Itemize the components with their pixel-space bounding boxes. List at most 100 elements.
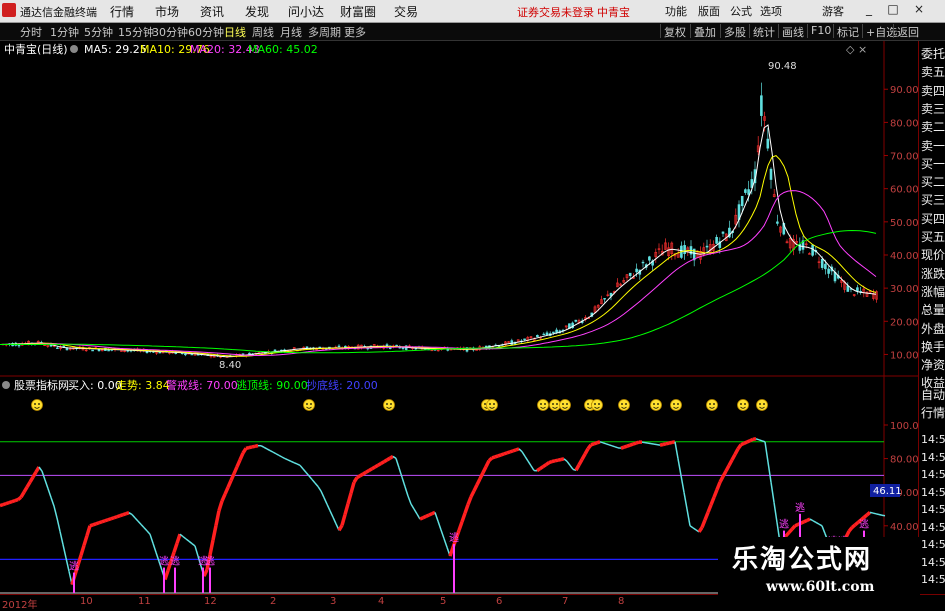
maximize-icon[interactable]: □ [884,2,902,18]
tab-1min[interactable]: 1分钟 [50,24,79,40]
candle-body [575,320,577,321]
menu-wenxiaoda[interactable]: 问小达 [288,3,324,20]
indicator-segment [852,525,855,528]
guest-label[interactable]: 游客 [822,3,844,19]
quote-panel-item[interactable]: 14:56 [921,468,945,481]
menu-banmian[interactable]: 版面 [698,3,720,19]
indicator-segment [633,443,636,444]
quote-panel-item[interactable]: 卖三 [921,100,945,117]
menu-xuanxiang[interactable]: 选项 [760,3,782,19]
tab-multi-period[interactable]: 多周期 [308,24,341,40]
indicator-segment [627,445,630,446]
login-warning[interactable]: 证券交易未登录 [517,4,594,20]
back-button[interactable]: 返回 [893,24,919,38]
draw-line-button[interactable]: 画线 [778,24,804,38]
candle-body [248,353,250,354]
tab-60min[interactable]: 60分钟 [188,24,224,40]
quote-panel-item[interactable]: 买五 [921,228,945,245]
smiley-eye [34,403,36,405]
indicator-segment [18,497,21,499]
quote-panel-item[interactable]: 外盘 [921,320,945,337]
menu-zixun[interactable]: 资讯 [200,3,224,20]
indicator-segment [15,500,18,501]
smiley-eye [744,403,746,405]
smiley-eye [306,403,308,405]
menu-hangqing[interactable]: 行情 [110,3,134,20]
quote-panel-item[interactable]: 14:56 [921,433,945,446]
quote-panel-item[interactable]: 换手 [921,338,945,355]
indicator-segment [699,527,702,531]
quote-panel-item[interactable]: 14:56 [921,573,945,586]
watermark-url: www.60lt.com [766,579,874,595]
quote-panel-item[interactable]: 卖一 [921,137,945,154]
menu-jiaoyi[interactable]: 交易 [394,3,418,20]
settings-dot-icon[interactable] [70,45,78,53]
smiley-eye [310,403,312,405]
candle-body [543,334,545,335]
smiley-icon [738,400,749,411]
quote-panel-item[interactable]: 自动 [921,386,945,403]
tab-monthly[interactable]: 月线 [280,24,302,40]
quote-panel-item[interactable]: 14:56 [921,486,945,499]
tab-30min[interactable]: 30分钟 [152,24,188,40]
smiley-eye [38,403,40,405]
quote-panel-item[interactable]: 行情 [921,404,945,421]
smiley-eye [386,403,388,405]
add-watchlist-button[interactable]: +自选 [862,24,897,38]
quote-panel-item[interactable]: 14:56 [921,521,945,534]
quote-panel-item[interactable]: 总量 [921,301,945,318]
tab-15min[interactable]: 15分钟 [118,24,154,40]
menu-caifuquan[interactable]: 财富圈 [340,3,376,20]
indicator-segment [252,446,255,447]
indicator-segment [123,514,126,515]
quote-panel-item[interactable]: 买二 [921,173,945,190]
f10-button[interactable]: F10 [807,24,831,38]
quote-panel-item[interactable]: 现价 [921,246,945,263]
fuquan-button[interactable]: 复权 [660,24,686,38]
stats-button[interactable]: 统计 [749,24,775,38]
quote-panel-item[interactable]: 净资 [921,356,945,373]
quote-panel-item[interactable]: 14:56 [921,503,945,516]
quote-panel-item[interactable]: 买三 [921,191,945,208]
quote-panel-item[interactable]: 涨幅 [921,283,945,300]
tab-weekly[interactable]: 周线 [252,24,274,40]
quote-panel-item[interactable]: 卖二 [921,118,945,135]
menu-gongneng[interactable]: 功能 [665,3,687,19]
menu-shichang[interactable]: 市场 [155,3,179,20]
indicator-segment [492,457,495,458]
tab-fenshi[interactable]: 分时 [20,24,42,40]
quote-panel-item[interactable]: 买四 [921,210,945,227]
tab-5min[interactable]: 5分钟 [84,24,113,40]
overlay-button[interactable]: 叠加 [690,24,716,38]
indicator-segment [117,516,120,517]
tab-daily[interactable]: 日线 [224,24,246,40]
date-tick: 4 [378,596,384,607]
indicator-settings-icon[interactable] [2,381,10,389]
indicator-segment [429,514,432,515]
mark-button[interactable]: 标记 [833,24,859,38]
ind-y-tick-label: 80.00 [890,455,919,466]
chart-option-icon[interactable]: ◇ × [846,43,867,56]
indicator-segment [555,460,558,461]
quote-panel-item[interactable]: 14:56 [921,556,945,569]
close-icon[interactable]: × [910,2,928,18]
quote-panel-item[interactable]: 涨跌 [921,265,945,282]
indicator-segment [588,445,591,449]
menu-gongshi[interactable]: 公式 [730,3,752,19]
title-bar: 通达信金融终端 行情 市场 资讯 发现 问小达 财富圈 交易 证券交易未登录 中… [0,0,945,23]
smiley-eye [621,403,623,405]
smiley-icon [619,400,630,411]
quote-panel-item[interactable]: 14:56 [921,538,945,551]
quote-panel-item[interactable]: 卖五 [921,63,945,80]
smiley-icon [671,400,682,411]
multi-stock-button[interactable]: 多股 [720,24,746,38]
quote-panel-item[interactable]: 卖四 [921,82,945,99]
chart-area[interactable]: 中青宝(日线) MA5: 29.25 MA10: 29.76 MA20: 32.… [0,41,920,594]
menu-faxian[interactable]: 发现 [245,3,269,20]
quote-panel-item[interactable]: 委托 [921,45,945,62]
tab-more[interactable]: 更多 [344,24,366,40]
quote-panel-item[interactable]: 14:56 [921,451,945,464]
indicator-segment [624,446,627,447]
minimize-icon[interactable]: _ [860,2,878,18]
quote-panel-item[interactable]: 买一 [921,155,945,172]
